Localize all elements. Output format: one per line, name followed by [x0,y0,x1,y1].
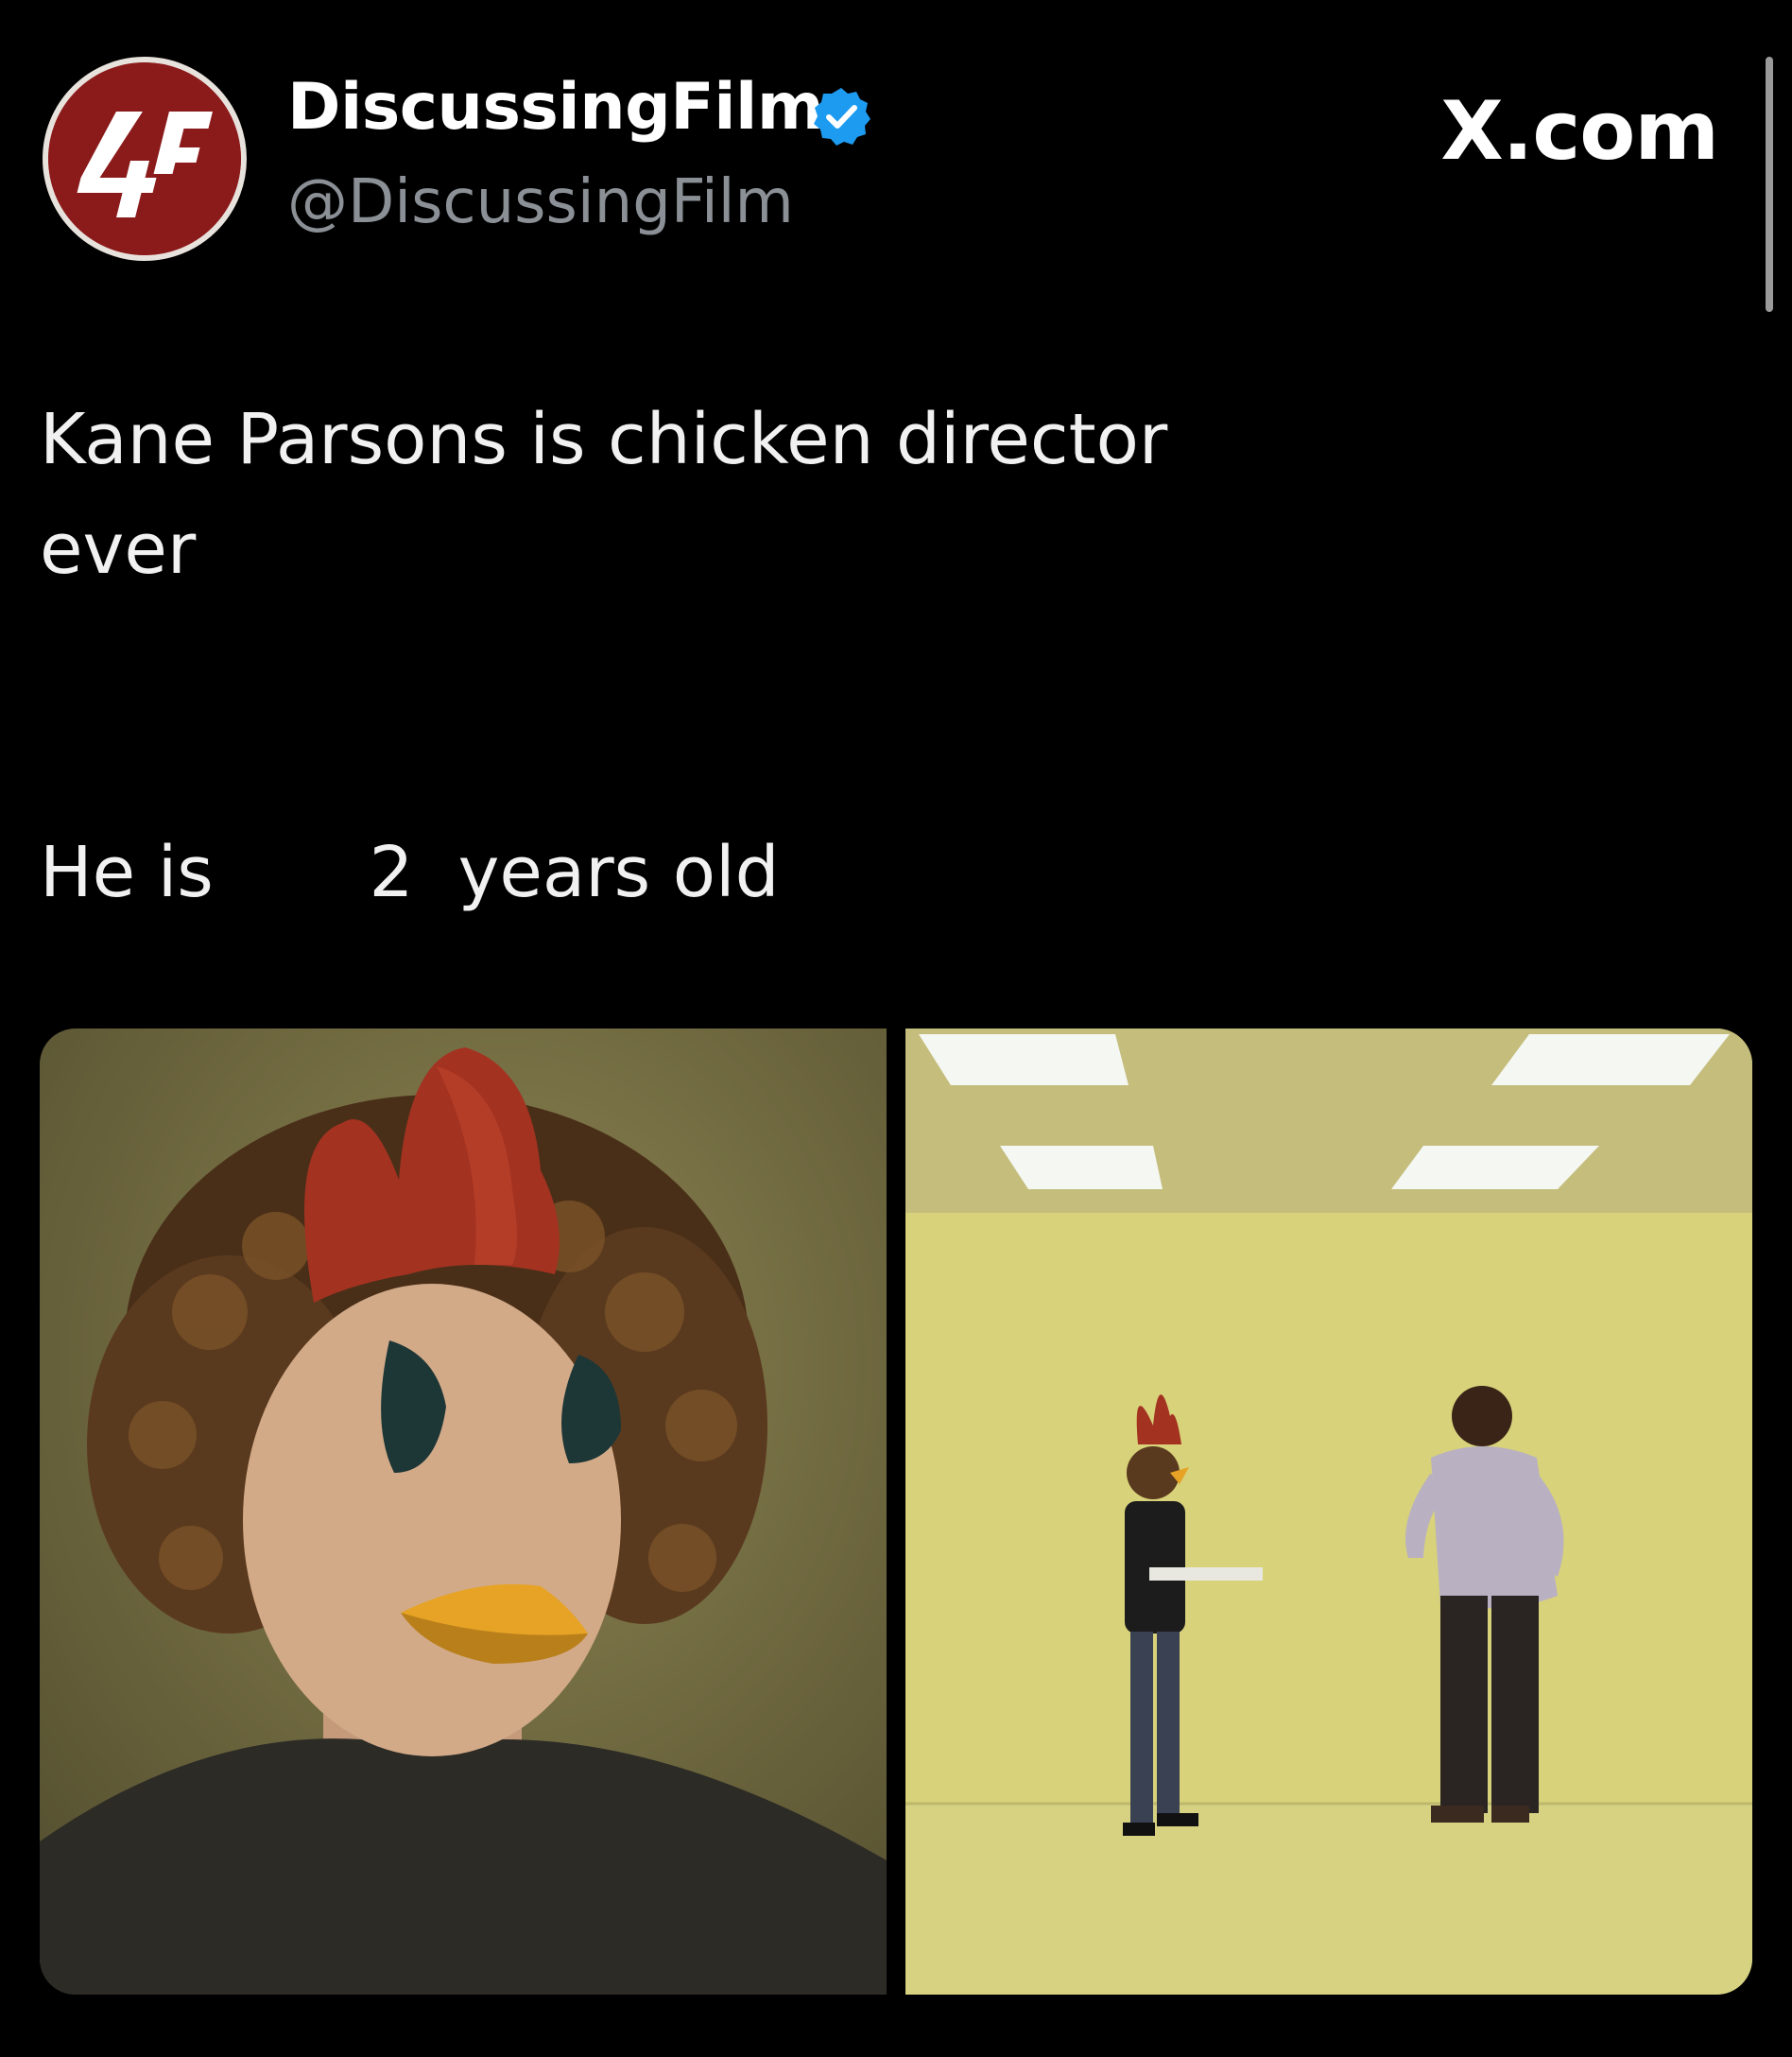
tweet-text-line-3: He is 2 years old [40,832,780,913]
handle[interactable]: @DiscussingFilm [287,172,794,233]
media-image-room[interactable] [905,1028,1752,1995]
media-image-portrait[interactable] [40,1028,887,1995]
media-grid [40,1028,1752,1995]
scrollbar[interactable] [1766,57,1773,312]
verified-badge-icon [814,88,870,146]
tweet-text-line-1: Kane Parsons is chicken director [40,399,1168,480]
tweet-text-line-2: ever [40,509,197,590]
room-illustration [905,1028,1752,1995]
portrait-illustration [40,1028,887,1995]
display-name[interactable]: DiscussingFilm [287,76,824,140]
site-label: X.com [1440,84,1719,179]
avatar[interactable] [43,57,247,261]
discussingfilm-logo-icon [48,62,241,255]
